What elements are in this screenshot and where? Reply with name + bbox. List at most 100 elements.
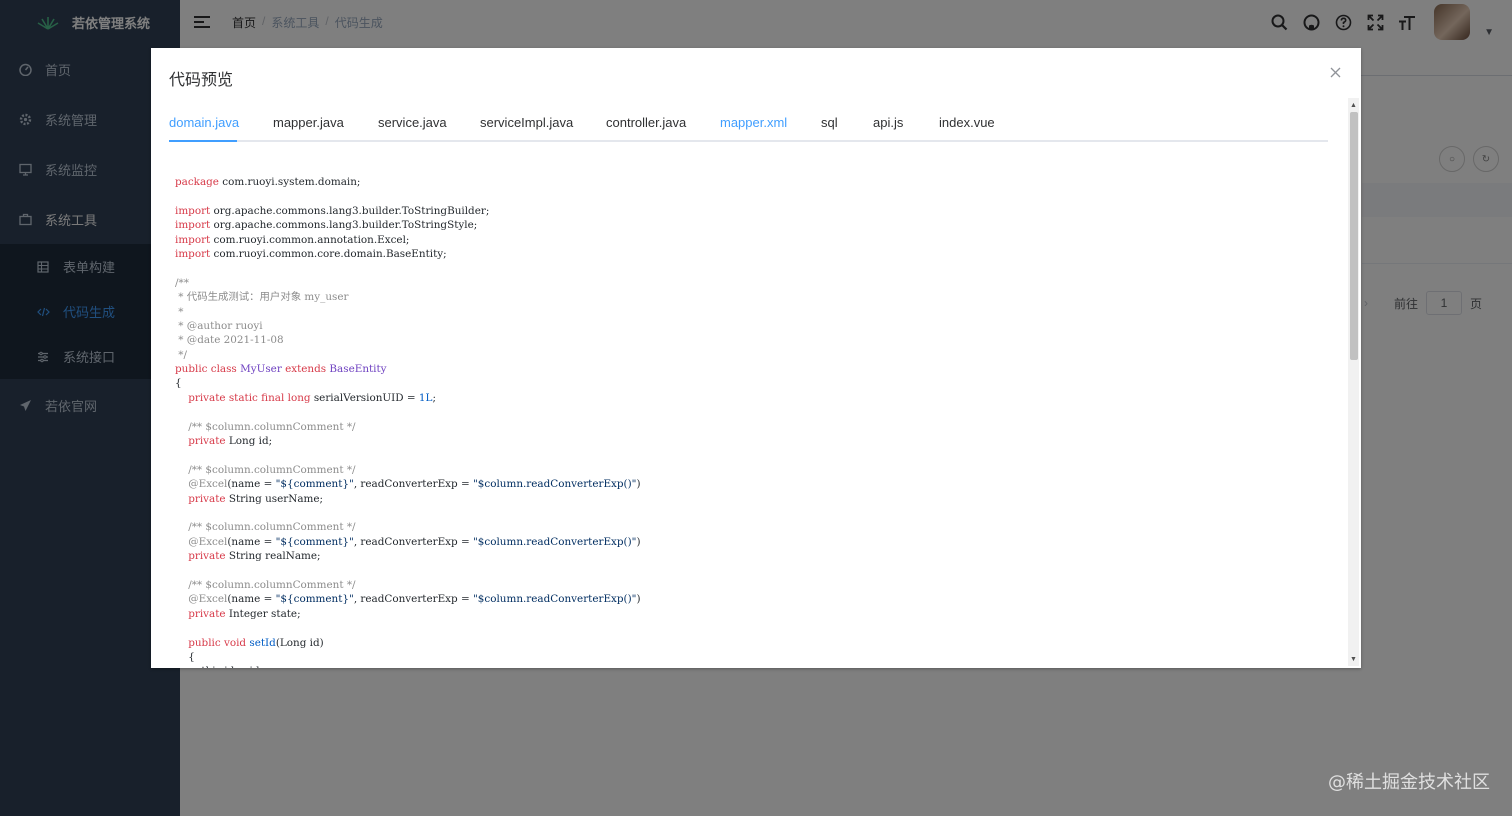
code-line: * 代码生成测试：用户对象 my_user	[175, 290, 641, 304]
tab-api-js[interactable]: api.js	[873, 110, 903, 142]
code-token: * @date 2021-11-08	[175, 334, 284, 347]
code-token: com.ruoyi.common.annotation.Excel;	[210, 233, 410, 246]
code-line: this.id = id;	[175, 664, 641, 668]
code-line: /** $column.columnComment */	[175, 463, 641, 477]
code-line: {	[175, 376, 641, 390]
code-token: , readConverterExp =	[353, 593, 473, 606]
code-token: (name =	[227, 535, 276, 548]
code-token: com.ruoyi.system.domain;	[218, 176, 361, 188]
scroll-up-icon[interactable]: ▲	[1349, 100, 1358, 110]
code-line: */	[175, 348, 641, 362]
scrollbar[interactable]: ▲ ▼	[1348, 98, 1359, 666]
code-token: public class	[175, 363, 241, 376]
code-token: Integer state;	[225, 607, 301, 620]
code-token: setId	[249, 636, 276, 649]
code-token: org.apache.commons.lang3.builder.ToStrin…	[210, 219, 478, 232]
code-token: serialVersionUID =	[310, 391, 419, 404]
code-line: import org.apache.commons.lang3.builder.…	[175, 204, 641, 218]
code-token: "$column.readConverterExp()"	[472, 478, 637, 491]
code-token: (name =	[227, 593, 276, 606]
code-token: this.id = id;	[175, 665, 263, 668]
code-line: @Excel(name = "${comment}", readConverte…	[175, 592, 640, 606]
dialog-title: 代码预览	[169, 72, 234, 89]
code-line: /**	[175, 276, 641, 290]
code-token: 1L	[418, 391, 433, 404]
code-token: (name =	[227, 478, 276, 491]
code-token: "$column.readConverterExp()"	[472, 535, 637, 548]
code-token: public void	[188, 636, 250, 649]
tab-mapper-xml[interactable]: mapper.xml	[720, 110, 787, 142]
code-token: @Excel	[188, 593, 228, 606]
code-line: private String userName;	[175, 492, 641, 506]
code-token: /** $column.columnComment */	[188, 521, 356, 534]
code-token: /** $column.columnComment */	[188, 420, 356, 433]
code-token: (Long id)	[275, 636, 324, 649]
code-viewer[interactable]: package com.ruoyi.system.domain; import …	[169, 144, 1346, 668]
tab-mapper-java[interactable]: mapper.java	[273, 110, 344, 142]
code-token: "$column.readConverterExp()"	[472, 593, 637, 606]
close-icon[interactable]	[1327, 62, 1343, 82]
code-line: *	[175, 305, 641, 319]
code-token: /**	[175, 276, 189, 289]
scroll-down-icon[interactable]: ▼	[1349, 654, 1358, 664]
code-token: /** $column.columnComment */	[188, 463, 356, 476]
code-token: import	[175, 219, 211, 232]
code-line: import com.ruoyi.common.core.domain.Base…	[175, 247, 641, 261]
code-token: com.ruoyi.common.core.domain.BaseEntity;	[210, 247, 447, 260]
code-token: "${comment}"	[275, 535, 354, 548]
code-token: *	[175, 305, 184, 318]
code-token: ;	[432, 391, 436, 404]
code-token: {	[175, 650, 195, 663]
code-token: import	[175, 233, 211, 246]
tab-controller-java[interactable]: controller.java	[606, 110, 686, 142]
code-token: private	[188, 492, 226, 505]
code-line: private Integer state;	[175, 607, 641, 621]
tab-sql[interactable]: sql	[821, 110, 838, 142]
code-token: {	[175, 377, 182, 390]
code-line: import com.ruoyi.common.annotation.Excel…	[175, 233, 641, 247]
code-token: package	[175, 176, 219, 188]
tab-serviceimpl-java[interactable]: serviceImpl.java	[480, 110, 573, 142]
code-line: private static final long serialVersionU…	[175, 391, 641, 405]
code-token: private	[188, 435, 226, 448]
code-token: org.apache.commons.lang3.builder.ToStrin…	[210, 204, 490, 217]
code-token: @Excel	[188, 535, 228, 548]
tab-domain-java[interactable]: domain.java	[169, 110, 239, 142]
code-token: private static final long	[188, 391, 311, 404]
code-token: import	[175, 247, 211, 260]
active-tab-indicator	[169, 140, 237, 142]
file-tabs: domain.java mapper.java service.java ser…	[169, 110, 1328, 142]
watermark: @稀土掘金技术社区	[1328, 772, 1490, 793]
code-token: "${comment}"	[275, 593, 354, 606]
scrollbar-thumb[interactable]	[1350, 112, 1358, 360]
code-line: public class MyUser extends BaseEntity	[175, 362, 641, 376]
code-token: */	[175, 348, 187, 361]
code-token: BaseEntity	[329, 363, 387, 376]
code-line: import org.apache.commons.lang3.builder.…	[175, 218, 641, 232]
code-line: {	[175, 650, 641, 664]
code-preview-dialog: 代码预览 domain.java mapper.java service.jav…	[151, 48, 1361, 668]
code-line: package com.ruoyi.system.domain;	[175, 175, 641, 189]
code-token: "${comment}"	[275, 478, 354, 491]
code-token: @Excel	[188, 478, 228, 491]
tab-index-vue[interactable]: index.vue	[939, 110, 995, 142]
code-token: )	[636, 478, 641, 491]
tab-service-java[interactable]: service.java	[378, 110, 447, 142]
code-line: @Excel(name = "${comment}", readConverte…	[175, 477, 641, 491]
